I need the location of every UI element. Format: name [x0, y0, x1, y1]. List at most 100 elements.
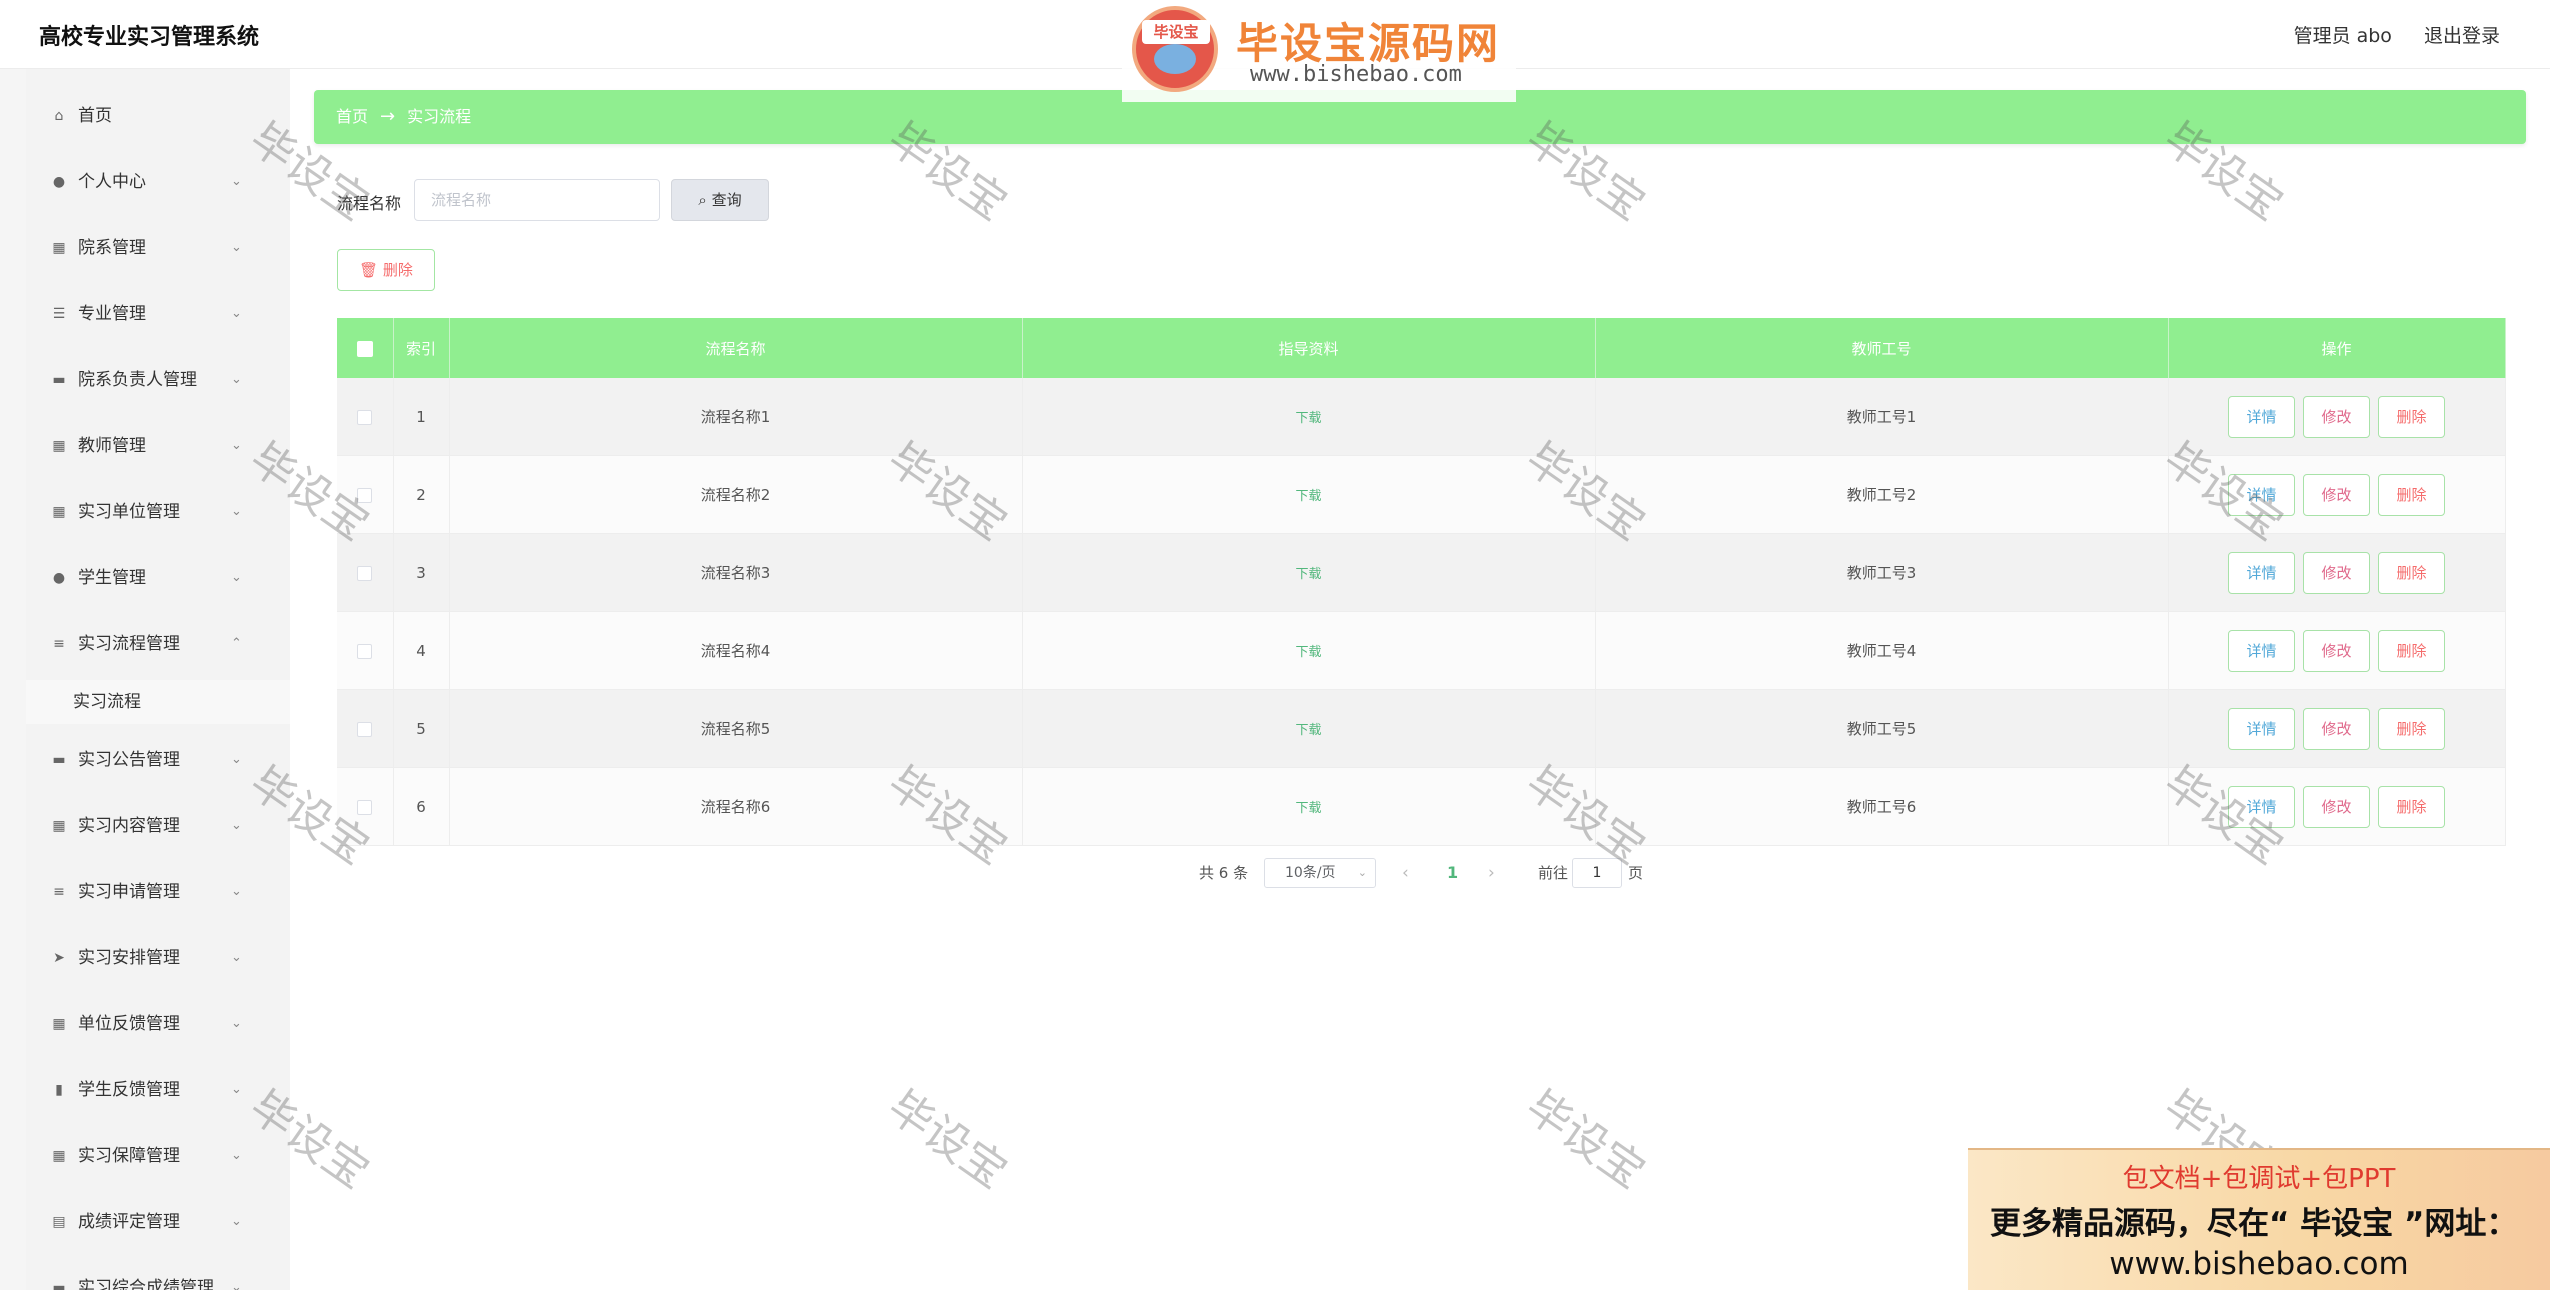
chevron-down-icon: ⌄	[231, 1082, 242, 1097]
select-all-cell[interactable]	[337, 318, 394, 378]
detail-button[interactable]: 详情	[2228, 395, 2295, 438]
prev-page-button[interactable]: ‹	[1402, 856, 1409, 890]
download-link[interactable]: 下载	[1295, 411, 1321, 426]
user-label: 管理员 abo	[2293, 25, 2392, 47]
delete-button[interactable]: 删除	[2378, 707, 2445, 750]
select-all-checkbox[interactable]	[356, 340, 373, 357]
logout-link[interactable]: 退出登录	[2424, 25, 2500, 47]
list-icon: ≡	[53, 884, 65, 900]
row-checkbox[interactable]	[357, 487, 373, 503]
detail-button[interactable]: 详情	[2228, 785, 2295, 828]
page-number-current[interactable]: 1	[1447, 856, 1458, 890]
sidebar-item-home[interactable]: ⌂ 首页	[26, 94, 290, 138]
breadcrumb-home[interactable]: 首页	[336, 107, 368, 126]
column-header-material[interactable]: 指导资料	[1022, 318, 1596, 378]
chevron-down-icon: ⌄	[231, 884, 242, 899]
sidebar-item-content[interactable]: ▦ 实习内容管理 ⌄	[26, 804, 290, 848]
promo-banner[interactable]: 包文档+包调试+包PPT 更多精品源码，尽在“ 毕设宝 ”网址： www.bis…	[1968, 1148, 2550, 1290]
row-process-name: 流程名称2	[449, 455, 1023, 534]
detail-button[interactable]: 详情	[2228, 629, 2295, 672]
download-link[interactable]: 下载	[1295, 801, 1321, 816]
detail-button[interactable]: 详情	[2228, 707, 2295, 750]
delete-button[interactable]: 删除	[2378, 473, 2445, 516]
edit-button[interactable]: 修改	[2303, 473, 2370, 516]
goto-label: 前往	[1538, 864, 1569, 882]
sidebar-item-overall-score[interactable]: ▬ 实习综合成绩管理 ⌄	[26, 1266, 290, 1290]
edit-button[interactable]: 修改	[2303, 395, 2370, 438]
table-row: 3 流程名称3 下载 教师工号3 详情 修改 删除	[337, 533, 2506, 612]
chevron-down-icon: ⌄	[231, 372, 242, 387]
detail-button[interactable]: 详情	[2228, 473, 2295, 516]
logo-icon: 毕设宝	[1132, 6, 1218, 92]
row-checkbox[interactable]	[357, 409, 373, 425]
send-icon: ➤	[53, 950, 65, 966]
column-header-teacher[interactable]: 教师工号	[1595, 318, 2169, 378]
sidebar-item-major[interactable]: ☰ 专业管理 ⌄	[26, 292, 290, 336]
delete-button[interactable]: 删除	[2378, 551, 2445, 594]
row-process-name: 流程名称3	[449, 533, 1023, 612]
delete-button[interactable]: 删除	[2378, 395, 2445, 438]
grid-icon: ▦	[52, 240, 66, 256]
sidebar-item-guarantee[interactable]: ▦ 实习保障管理 ⌄	[26, 1134, 290, 1178]
row-checkbox[interactable]	[357, 643, 373, 659]
chat-icon: ▬	[52, 752, 66, 768]
chevron-down-icon: ⌄	[231, 504, 242, 519]
row-checkbox[interactable]	[357, 799, 373, 815]
row-index: 2	[393, 455, 450, 534]
search-label: 流程名称	[337, 194, 402, 213]
sidebar-item-student-feedback[interactable]: ▮ 学生反馈管理 ⌄	[26, 1068, 290, 1112]
chevron-down-icon: ⌄	[231, 570, 242, 585]
row-checkbox[interactable]	[357, 721, 373, 737]
chevron-down-icon: ⌄	[1357, 866, 1367, 879]
trash-icon: 🗑	[359, 261, 379, 279]
delete-button[interactable]: 删除	[2378, 785, 2445, 828]
chevron-down-icon: ⌄	[231, 174, 242, 189]
edit-button[interactable]: 修改	[2303, 551, 2370, 594]
edit-button[interactable]: 修改	[2303, 707, 2370, 750]
search-button[interactable]: ⌕ 查询	[671, 179, 769, 221]
batch-delete-button[interactable]: 🗑 删除	[337, 249, 435, 291]
sidebar-subitem-process[interactable]: 实习流程	[26, 680, 290, 724]
download-link[interactable]: 下载	[1295, 489, 1321, 504]
sidebar-item-teacher[interactable]: ▦ 教师管理 ⌄	[26, 424, 290, 468]
sidebar-item-company-feedback[interactable]: ▦ 单位反馈管理 ⌄	[26, 1002, 290, 1046]
goto-page-input[interactable]: 1	[1572, 858, 1622, 888]
column-header-actions: 操作	[2168, 318, 2506, 378]
chevron-down-icon: ⌄	[231, 818, 242, 833]
sidebar-item-company[interactable]: ▦ 实习单位管理 ⌄	[26, 490, 290, 534]
chevron-down-icon: ⌄	[231, 1280, 242, 1290]
sidebar-item-application[interactable]: ≡ 实习申请管理 ⌄	[26, 870, 290, 914]
next-page-button[interactable]: ›	[1488, 856, 1495, 890]
sidebar-item-arrangement[interactable]: ➤ 实习安排管理 ⌄	[26, 936, 290, 980]
sidebar-item-student[interactable]: ● 学生管理 ⌄	[26, 556, 290, 600]
search-input[interactable]: 流程名称	[414, 179, 660, 221]
clipboard-icon: ▤	[52, 1214, 66, 1230]
sidebar-item-grading[interactable]: ▤ 成绩评定管理 ⌄	[26, 1200, 290, 1244]
sidebar-item-notice[interactable]: ▬ 实习公告管理 ⌄	[26, 738, 290, 782]
chevron-down-icon: ⌄	[231, 240, 242, 255]
page-size-select[interactable]: 10条/页 ⌄	[1264, 858, 1376, 888]
download-link[interactable]: 下载	[1295, 723, 1321, 738]
app-title: 高校专业实习管理系统	[39, 25, 260, 50]
list-icon: ≡	[53, 636, 65, 652]
row-checkbox[interactable]	[357, 565, 373, 581]
download-link[interactable]: 下载	[1295, 567, 1321, 582]
sidebar-item-personal-center[interactable]: ● 个人中心 ⌄	[26, 160, 290, 204]
row-index: 4	[393, 611, 450, 690]
row-teacher-id: 教师工号5	[1595, 689, 2169, 768]
edit-button[interactable]: 修改	[2303, 629, 2370, 672]
user-icon: ●	[52, 570, 66, 586]
delete-button[interactable]: 删除	[2378, 629, 2445, 672]
sidebar: ⌂ 首页 ● 个人中心 ⌄ ▦ 院系管理 ⌄ ☰ 专业管理 ⌄ ▬ 院系负责人管…	[26, 68, 290, 1290]
column-header-name[interactable]: 流程名称	[449, 318, 1023, 378]
download-link[interactable]: 下载	[1295, 645, 1321, 660]
sidebar-item-dept-head[interactable]: ▬ 院系负责人管理 ⌄	[26, 358, 290, 402]
page-suffix: 页	[1628, 864, 1644, 882]
edit-button[interactable]: 修改	[2303, 785, 2370, 828]
detail-button[interactable]: 详情	[2228, 551, 2295, 594]
row-index: 6	[393, 767, 450, 846]
sidebar-item-department[interactable]: ▦ 院系管理 ⌄	[26, 226, 290, 270]
sidebar-item-process[interactable]: ≡ 实习流程管理 ⌃	[26, 622, 290, 666]
promo-line-3: www.bishebao.com	[2109, 1246, 2409, 1282]
grid-icon: ▦	[52, 1016, 66, 1032]
